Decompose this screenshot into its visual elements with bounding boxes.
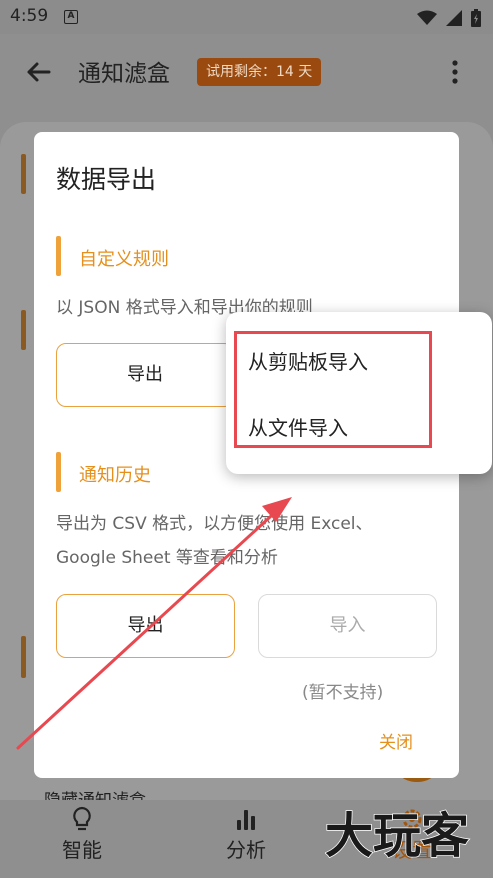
section-accent-bar <box>56 452 61 492</box>
export-rules-button[interactable]: 导出 <box>56 343 234 407</box>
signal-icon <box>445 9 462 26</box>
bar-chart-icon <box>237 810 255 830</box>
nav-item-analysis[interactable]: 分析 <box>196 806 296 863</box>
annotation-highlight-box <box>234 331 432 448</box>
section-accent-bar <box>56 236 61 276</box>
export-history-button[interactable]: 导出 <box>56 594 235 658</box>
section-title: 自定义规则 <box>79 249 169 270</box>
import-history-button[interactable]: 导入 <box>258 594 437 658</box>
background-section-bar <box>21 636 26 678</box>
lightbulb-icon <box>73 806 91 831</box>
background-section-bar <box>21 310 26 350</box>
nav-label-analysis: 分析 <box>226 838 266 862</box>
dialog-title: 数据导出 <box>56 165 157 194</box>
back-button[interactable] <box>22 56 54 88</box>
battery-charging-icon <box>471 8 481 27</box>
svg-text:大玩客: 大玩客 <box>325 808 469 864</box>
wifi-icon <box>416 10 437 25</box>
notification-app-icon: A <box>64 10 78 24</box>
arrow-left-icon <box>27 62 51 82</box>
more-menu-button[interactable] <box>442 56 468 88</box>
status-icons <box>413 7 481 27</box>
nav-item-smart[interactable]: 智能 <box>32 806 132 863</box>
section-description-line2: Google Sheet 等查看和分析 <box>56 548 278 568</box>
nav-label-smart: 智能 <box>62 838 102 862</box>
app-title: 通知滤盒 <box>78 61 170 87</box>
import-dropdown-menu: 从剪贴板导入 从文件导入 <box>226 312 492 474</box>
close-button[interactable]: 关闭 <box>379 728 413 753</box>
section-description-line1: 导出为 CSV 格式，以方便您使用 Excel、 <box>56 514 373 534</box>
trial-badge: 试用剩余：14 天 <box>197 58 322 86</box>
not-supported-label: (暂不支持) <box>302 683 384 703</box>
section-title: 通知历史 <box>79 465 151 486</box>
more-vertical-icon <box>452 60 458 84</box>
background-section-bar <box>21 154 26 194</box>
status-time: 4:59 <box>10 6 49 26</box>
watermark-logo: 大玩客 <box>325 807 470 864</box>
app-bar: 通知滤盒 试用剩余：14 天 <box>0 34 493 108</box>
status-bar: 4:59 A <box>0 0 493 34</box>
